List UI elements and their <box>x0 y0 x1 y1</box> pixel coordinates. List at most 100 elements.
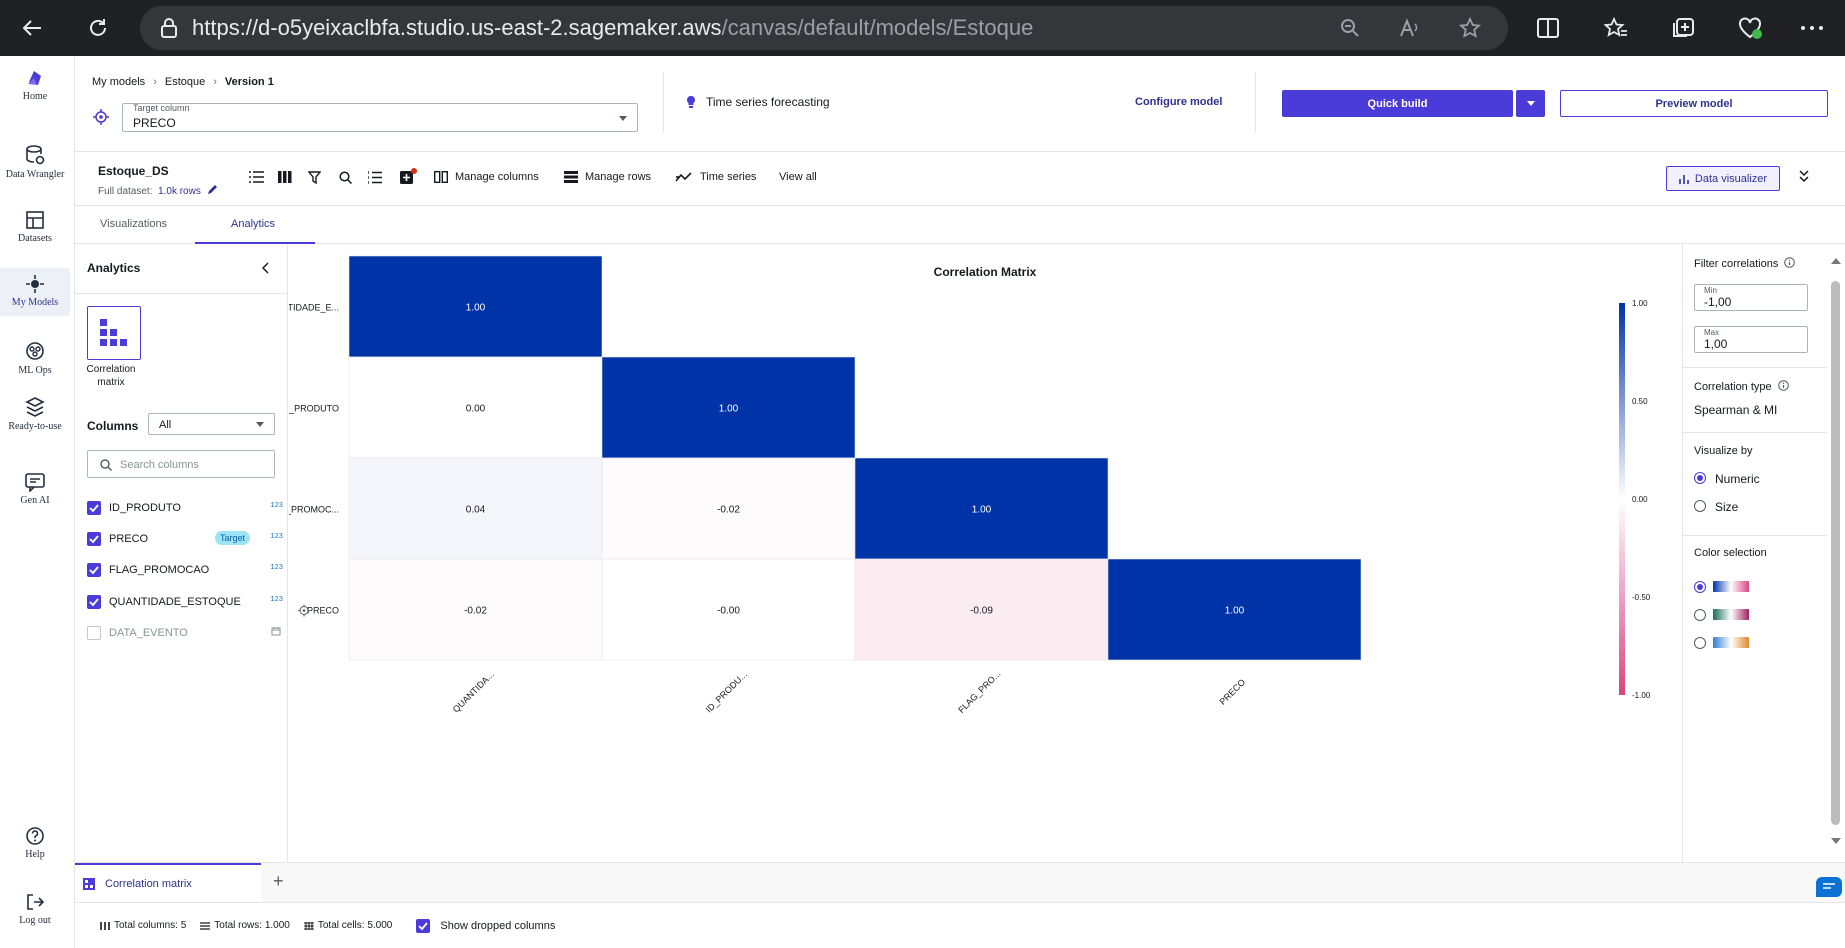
divider <box>1255 72 1256 132</box>
data-visualizer-button[interactable]: Data visualizer <box>1666 166 1780 191</box>
bottom-tab-bar: Correlation matrix + <box>75 862 1845 903</box>
nav-logout[interactable]: Log out <box>0 892 70 932</box>
tab-visualizations[interactable]: Visualizations <box>100 218 167 230</box>
nav-datasets[interactable]: Datasets <box>0 210 70 250</box>
scroll-up-icon[interactable] <box>1830 257 1842 265</box>
collections-icon[interactable] <box>1671 0 1695 56</box>
reload-icon[interactable] <box>74 0 122 56</box>
target-badge: Target <box>215 531 251 545</box>
address-bar[interactable]: https://d-o5yeixaclbfa.studio.us-east-2.… <box>140 6 1508 50</box>
browser-essentials-icon[interactable] <box>1737 0 1763 56</box>
favorites-icon[interactable] <box>1604 0 1628 56</box>
mlops-icon <box>26 342 44 360</box>
scrollbar-thumb[interactable] <box>1831 281 1840 825</box>
nav-data-wrangler[interactable]: Data Wrangler <box>0 144 70 184</box>
column-checkbox[interactable] <box>87 563 101 577</box>
nav-my-models[interactable]: My Models <box>0 268 70 316</box>
column-row[interactable]: QUANTIDADE_ESTOQUE 123 <box>87 593 283 613</box>
active-tab-indicator <box>195 242 315 244</box>
more-menu-icon[interactable] <box>1800 0 1824 56</box>
chevron-right-icon: › <box>213 76 217 88</box>
lightbulb-icon <box>687 96 695 108</box>
columns-icon <box>434 171 448 183</box>
breadcrumb-estoque[interactable]: Estoque <box>165 76 205 88</box>
collapse-icon[interactable] <box>1798 169 1810 186</box>
grid-icon <box>303 921 314 930</box>
divider <box>1683 367 1828 368</box>
configure-model-link[interactable]: Configure model <box>1135 96 1222 108</box>
lock-icon <box>161 18 177 38</box>
total-cells: Total cells: 5.000 <box>303 920 392 931</box>
preview-model-button[interactable]: Preview model <box>1560 90 1828 117</box>
column-checkbox[interactable] <box>87 626 101 640</box>
pencil-icon[interactable] <box>207 184 218 195</box>
search-columns-input[interactable]: Search columns <box>87 450 275 478</box>
divider <box>1683 432 1828 433</box>
table-icon <box>26 211 44 229</box>
read-aloud-icon[interactable] <box>1380 18 1440 38</box>
time-series-button[interactable]: Time series <box>675 171 756 183</box>
radio-color-blue-orange[interactable] <box>1694 637 1706 649</box>
checkbox[interactable] <box>416 918 431 933</box>
nav-gen-ai[interactable]: Gen AI <box>0 472 70 512</box>
column-checkbox[interactable] <box>87 501 101 515</box>
breadcrumb-version: Version 1 <box>224 76 274 88</box>
tab-analytics[interactable]: Analytics <box>231 218 275 230</box>
radio-color-blue-pink[interactable] <box>1694 581 1706 593</box>
filter-correlations-label: Filter correlations <box>1694 257 1796 270</box>
column-label: PRECO <box>1218 677 1248 707</box>
search-icon[interactable] <box>339 171 352 184</box>
filter-icon[interactable] <box>308 171 321 184</box>
column-checkbox[interactable] <box>87 532 101 546</box>
column-row[interactable]: DATA_EVENTO <box>87 624 281 644</box>
info-icon[interactable] <box>1784 257 1796 268</box>
add-tab-icon[interactable]: + <box>273 871 284 892</box>
manage-rows-button[interactable]: Manage rows <box>564 171 651 183</box>
vertical-scrollbar[interactable] <box>1827 245 1845 862</box>
chevron-down-icon <box>619 116 627 121</box>
correlation-matrix-card[interactable] <box>87 306 141 360</box>
columns-filter-select[interactable]: All <box>148 413 275 435</box>
radio-numeric[interactable] <box>1694 472 1706 484</box>
chevron-left-icon[interactable] <box>261 262 270 277</box>
view-tabs: Visualizations Analytics <box>75 206 1845 244</box>
tab-correlation-matrix[interactable]: Correlation matrix <box>75 863 261 903</box>
favorite-star-icon[interactable] <box>1440 17 1500 39</box>
cell-value-label: -0.00 <box>717 606 740 617</box>
feedback-chat-icon[interactable] <box>1816 877 1842 897</box>
divider <box>1683 535 1828 536</box>
target-column-select[interactable]: Target column PRECO <box>122 103 638 132</box>
color-swatch-blue-orange <box>1713 637 1749 648</box>
column-checkbox[interactable] <box>87 595 101 609</box>
total-rows: Total rows: 1.000 <box>200 920 290 931</box>
max-correlation-input[interactable]: Max 1,00 <box>1694 326 1808 353</box>
min-correlation-input[interactable]: Min -1,00 <box>1694 284 1808 311</box>
scroll-down-icon[interactable] <box>1830 837 1842 845</box>
zoom-out-icon[interactable] <box>1320 18 1380 38</box>
manage-columns-button[interactable]: Manage columns <box>434 171 539 183</box>
list-view-icon[interactable] <box>249 171 264 183</box>
quick-build-button[interactable]: Quick build <box>1282 90 1513 117</box>
column-view-icon[interactable] <box>278 171 292 183</box>
column-row[interactable]: FLAG_PROMOCAO 123 <box>87 561 283 581</box>
column-row[interactable]: PRECO Target 123 <box>87 530 283 550</box>
nav-help[interactable]: Help <box>0 826 70 866</box>
split-screen-icon[interactable] <box>1536 0 1560 56</box>
radio-color-green-magenta[interactable] <box>1694 609 1706 621</box>
data-insights-icon[interactable] <box>400 168 417 185</box>
nav-home[interactable]: Home <box>0 68 70 104</box>
show-dropped-columns-toggle[interactable]: Show dropped columns <box>416 918 555 933</box>
column-row[interactable]: ID_PRODUTO 123 <box>87 499 283 519</box>
view-all-button[interactable]: View all <box>779 171 817 183</box>
colorbar-tick-label: 0.00 <box>1632 495 1648 504</box>
radio-size[interactable] <box>1694 500 1706 512</box>
info-icon[interactable] <box>1777 380 1789 391</box>
rows-link[interactable]: 1.0k rows <box>158 186 201 197</box>
breadcrumb-my-models[interactable]: My models <box>92 76 145 88</box>
logout-icon <box>27 894 45 910</box>
quick-build-dropdown-button[interactable] <box>1516 90 1545 117</box>
numbered-list-icon[interactable] <box>368 171 382 184</box>
nav-ready-to-use[interactable]: Ready-to-use <box>0 396 70 436</box>
back-icon[interactable] <box>8 0 56 56</box>
nav-ml-ops[interactable]: ML Ops <box>0 340 70 380</box>
